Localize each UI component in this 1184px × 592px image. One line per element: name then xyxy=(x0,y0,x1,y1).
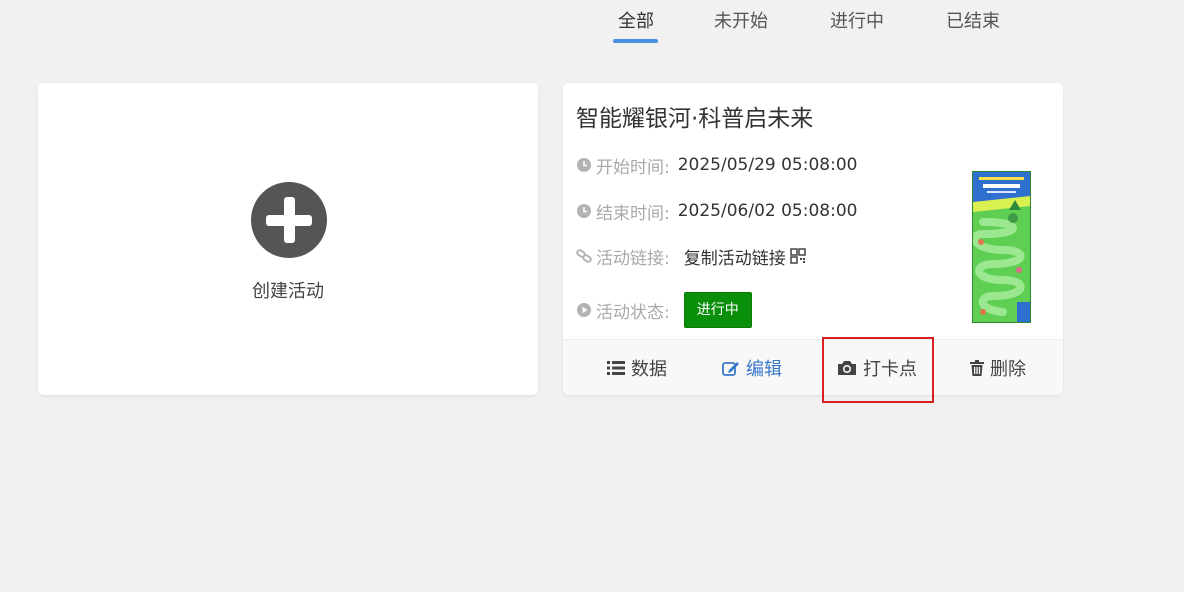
end-time-label: 结束时间: xyxy=(596,203,670,224)
activity-card: 智能耀银河·科普启未来 开始时间: 2025/05/29 05:08:00 结束… xyxy=(563,83,1063,395)
tab-all[interactable]: 全部 xyxy=(618,7,654,33)
create-activity-label[interactable]: 创建活动 xyxy=(0,277,576,303)
list-icon xyxy=(607,361,625,375)
play-circle-icon xyxy=(576,302,592,318)
data-button[interactable]: 数据 xyxy=(607,340,667,395)
delete-button-label: 删除 xyxy=(990,359,1026,380)
activity-card-footer: 数据 编辑 打卡点 删除 xyxy=(563,339,1063,395)
tab-in-progress[interactable]: 进行中 xyxy=(830,7,884,33)
link-icon xyxy=(576,248,592,264)
edit-button-label: 编辑 xyxy=(746,359,782,380)
copy-link-text: 复制活动链接 xyxy=(683,248,786,269)
activity-status-label: 活动状态: xyxy=(596,302,670,323)
start-time-label: 开始时间: xyxy=(596,157,670,178)
delete-button[interactable]: 删除 xyxy=(970,340,1026,395)
activity-title: 智能耀银河·科普启未来 xyxy=(576,106,814,132)
activity-link-label: 活动链接: xyxy=(596,248,670,269)
edit-icon xyxy=(722,362,739,376)
edit-button[interactable]: 编辑 xyxy=(722,340,782,395)
qrcode-icon[interactable] xyxy=(789,248,806,264)
start-time-row: 开始时间: 2025/05/29 05:08:00 xyxy=(576,153,858,178)
tab-not-started[interactable]: 未开始 xyxy=(714,7,768,33)
activity-status-row: 活动状态: 进行中 xyxy=(576,290,752,330)
active-tab-indicator xyxy=(613,39,658,43)
copy-link-button[interactable]: 复制活动链接 xyxy=(684,244,806,269)
plus-circle-icon[interactable] xyxy=(251,182,327,258)
data-button-label: 数据 xyxy=(631,359,667,380)
clock-icon xyxy=(576,157,592,173)
clock-icon xyxy=(576,203,592,219)
end-time-value: 2025/06/02 05:08:00 xyxy=(677,201,858,221)
status-badge: 进行中 xyxy=(683,292,752,328)
tab-ended[interactable]: 已结束 xyxy=(946,7,1000,33)
end-time-row: 结束时间: 2025/06/02 05:08:00 xyxy=(576,199,858,224)
trash-icon xyxy=(970,360,984,376)
checkin-point-highlight xyxy=(822,337,934,403)
activity-link-row: 活动链接: 复制活动链接 xyxy=(576,244,806,269)
start-time-value: 2025/05/29 05:08:00 xyxy=(677,155,858,175)
activity-poster-image xyxy=(972,171,1031,323)
